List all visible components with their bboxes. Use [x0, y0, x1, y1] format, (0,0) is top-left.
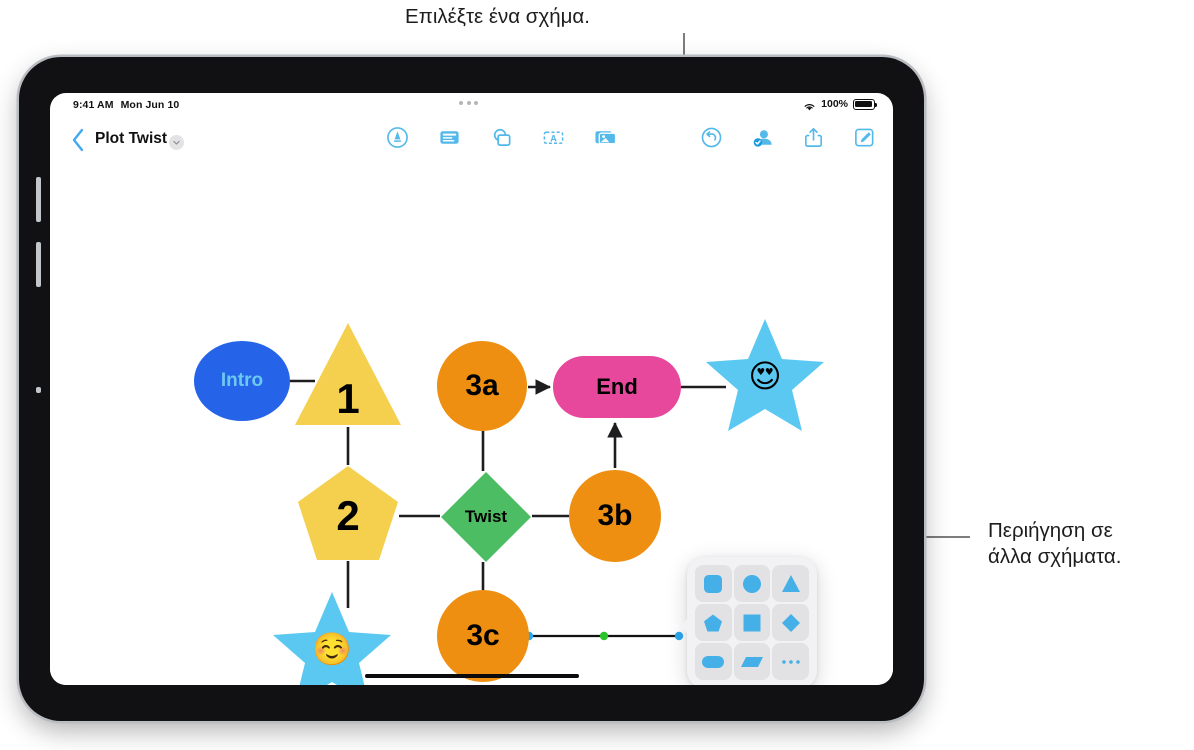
node-label: 2 — [336, 492, 360, 539]
callout-browse-other-shapes: Περιήγηση σε άλλα σχήματα. — [988, 519, 1122, 568]
triangle-shape[interactable] — [772, 565, 809, 602]
home-indicator[interactable] — [364, 674, 579, 678]
node-label: ☺️ — [312, 630, 352, 668]
parallelogram-shape[interactable] — [733, 643, 771, 680]
more-shapes[interactable] — [772, 643, 809, 680]
triangle-icon — [781, 574, 800, 592]
diagram-canvas[interactable]: Intro 1 2 3a End Twist 3b 3c 😍 ☺️ — [50, 161, 893, 685]
media-image-icon[interactable] — [593, 125, 618, 150]
share-up-arrow-icon[interactable] — [801, 125, 826, 150]
svg-text:A: A — [550, 133, 557, 143]
pentagon-icon — [704, 614, 723, 631]
status-date: Mon Jun 10 — [120, 99, 180, 111]
node-intro[interactable]: Intro — [194, 341, 290, 421]
status-bar-right: 100% — [803, 98, 878, 111]
multitasking-dots-icon[interactable] — [459, 101, 478, 105]
node-three-a[interactable]: 3a — [437, 341, 527, 431]
node-label: Twist — [464, 507, 508, 526]
node-end[interactable]: End — [553, 356, 681, 418]
chevron-down-icon[interactable] — [169, 135, 184, 150]
rounded-square-icon — [704, 574, 723, 593]
navigation-bar: Plot Twist A — [50, 119, 893, 161]
pen-in-circle-icon[interactable] — [385, 125, 410, 150]
shapes-icon[interactable] — [489, 125, 514, 150]
ipad-screen: 9:41 AM Mon Jun 10 100% Plot Twist A Int… — [50, 93, 893, 685]
node-label: 3c — [466, 619, 500, 652]
node-label: End — [596, 374, 638, 399]
square-icon — [743, 614, 761, 631]
battery-percent: 100% — [821, 98, 848, 110]
circle-icon — [742, 574, 761, 593]
pentagon-shape[interactable] — [695, 604, 732, 641]
node-three-b[interactable]: 3b — [569, 470, 661, 562]
circle-shape[interactable] — [733, 565, 771, 602]
status-time: 9:41 AM — [73, 99, 114, 111]
square-shape[interactable] — [733, 604, 771, 641]
oval-icon — [702, 655, 725, 668]
shape-picker-popover[interactable] — [680, 557, 817, 685]
volume-down-button[interactable] — [36, 242, 41, 287]
node-star-smile[interactable]: ☺️ — [272, 589, 392, 685]
node-label: Intro — [220, 370, 264, 391]
node-twist[interactable]: Twist — [440, 471, 532, 563]
pencil-square-icon[interactable] — [852, 125, 877, 150]
parallelogram-icon — [740, 656, 763, 667]
document-text-icon[interactable] — [437, 125, 462, 150]
node-three-c[interactable]: 3c — [437, 590, 529, 682]
node-one[interactable]: 1 — [293, 321, 403, 427]
person-add-icon[interactable] — [750, 125, 775, 150]
node-label: 😍 — [748, 357, 782, 395]
ellipsis-icon — [781, 659, 800, 664]
status-bar: 9:41 AM Mon Jun 10 100% — [50, 93, 893, 119]
node-label: 3a — [465, 369, 499, 402]
rounded-square-shape[interactable] — [695, 565, 732, 602]
diamond-icon — [781, 613, 800, 632]
node-star-hearts[interactable]: 😍 — [705, 316, 825, 434]
side-port — [36, 387, 41, 393]
ipad-device: 9:41 AM Mon Jun 10 100% Plot Twist A Int… — [19, 57, 924, 721]
right-toolbar — [699, 125, 877, 150]
wifi-icon — [803, 99, 816, 111]
node-two[interactable]: 2 — [297, 465, 399, 561]
text-box-icon[interactable]: A — [541, 125, 566, 150]
node-label: 1 — [336, 375, 360, 422]
back-button[interactable] — [69, 127, 87, 153]
page-title[interactable]: Plot Twist — [95, 130, 167, 148]
callout-select-a-shape: Επιλέξτε ένα σχήμα. — [405, 5, 590, 28]
center-toolbar: A — [385, 125, 618, 150]
battery-icon — [853, 98, 878, 110]
node-label: 3b — [597, 499, 633, 532]
volume-up-button[interactable] — [36, 177, 41, 222]
diamond-shape[interactable] — [772, 604, 809, 641]
undo-arrow-icon[interactable] — [699, 125, 724, 150]
oval-shape[interactable] — [695, 643, 732, 680]
status-bar-left: 9:41 AM Mon Jun 10 — [73, 99, 179, 111]
